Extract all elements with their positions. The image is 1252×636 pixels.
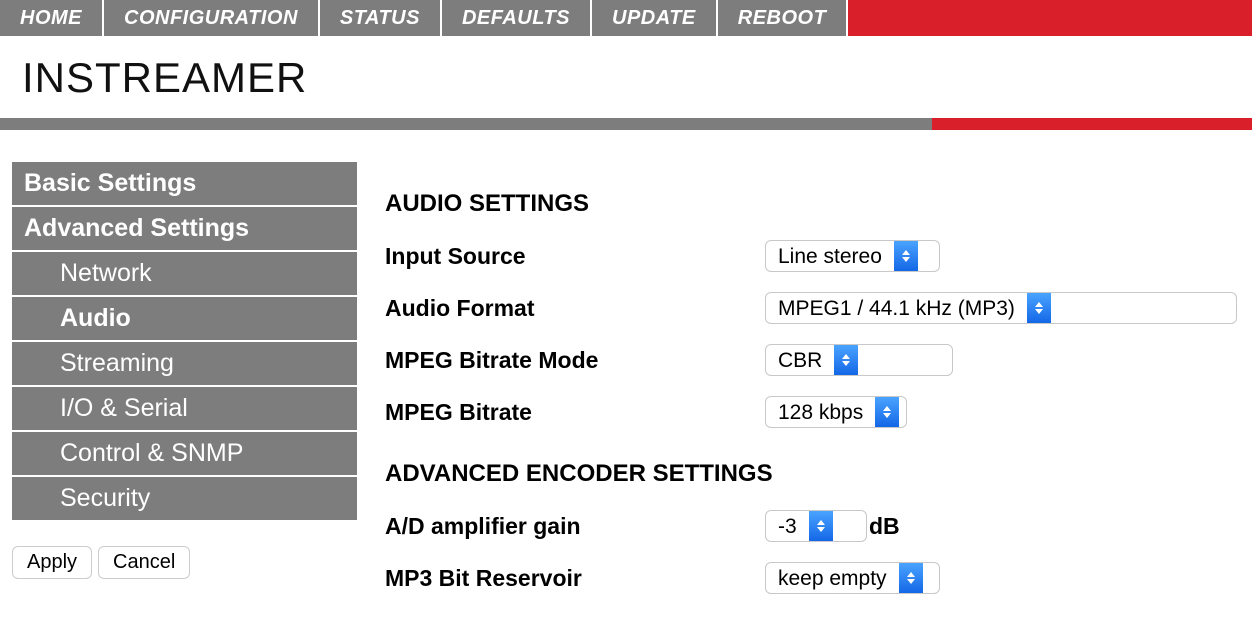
select-input-source-value: Line stereo [766,241,894,271]
cancel-button[interactable]: Cancel [98,546,190,579]
sidebar-item-control-snmp[interactable]: Control & SNMP [12,432,357,477]
label-mpeg-bitrate: MPEG Bitrate [385,399,765,426]
apply-button[interactable]: Apply [12,546,92,579]
sidebar-item-audio[interactable]: Audio [12,297,357,342]
select-ad-gain[interactable]: -3 [765,510,867,542]
label-audio-format: Audio Format [385,295,765,322]
sidebar-item-network[interactable]: Network [12,252,357,297]
sidebar: Basic Settings Advanced Settings Network… [12,162,357,614]
chevron-updown-icon [809,511,833,541]
section-audio-settings: AUDIO SETTINGS [385,190,1240,218]
chevron-updown-icon [894,241,918,271]
select-mpeg-bitrate-mode[interactable]: CBR [765,344,953,376]
nav-defaults[interactable]: DEFAULTS [442,0,592,36]
unit-db: dB [869,513,900,540]
main-panel: AUDIO SETTINGS Input Source Line stereo … [385,162,1240,614]
sidebar-item-advanced-settings[interactable]: Advanced Settings [12,207,357,252]
sidebar-item-basic-settings[interactable]: Basic Settings [12,162,357,207]
select-mp3-reservoir[interactable]: keep empty [765,562,940,594]
section-advanced-encoder: ADVANCED ENCODER SETTINGS [385,460,1240,488]
chevron-updown-icon [875,397,899,427]
top-nav: HOME CONFIGURATION STATUS DEFAULTS UPDAT… [0,0,1252,36]
select-input-source[interactable]: Line stereo [765,240,940,272]
label-mp3-reservoir: MP3 Bit Reservoir [385,565,765,592]
sidebar-item-streaming[interactable]: Streaming [12,342,357,387]
select-mp3-reservoir-value: keep empty [766,563,899,593]
select-mpeg-bitrate-mode-value: CBR [766,345,834,375]
chevron-updown-icon [899,563,923,593]
divider-bar [0,118,1252,130]
label-ad-gain: A/D amplifier gain [385,513,765,540]
chevron-updown-icon [834,345,858,375]
sidebar-item-io-serial[interactable]: I/O & Serial [12,387,357,432]
chevron-updown-icon [1027,293,1051,323]
nav-status[interactable]: STATUS [320,0,442,36]
nav-update[interactable]: UPDATE [592,0,718,36]
label-mpeg-bitrate-mode: MPEG Bitrate Mode [385,347,765,374]
nav-configuration[interactable]: CONFIGURATION [104,0,320,36]
select-mpeg-bitrate[interactable]: 128 kbps [765,396,907,428]
select-mpeg-bitrate-value: 128 kbps [766,397,875,427]
sidebar-item-security[interactable]: Security [12,477,357,522]
select-ad-gain-value: -3 [766,511,809,541]
nav-reboot[interactable]: REBOOT [718,0,849,36]
select-audio-format[interactable]: MPEG1 / 44.1 kHz (MP3) [765,292,1237,324]
page-title: INSTREAMER [0,36,1252,118]
label-input-source: Input Source [385,243,765,270]
nav-home[interactable]: HOME [0,0,104,36]
select-audio-format-value: MPEG1 / 44.1 kHz (MP3) [766,293,1027,323]
